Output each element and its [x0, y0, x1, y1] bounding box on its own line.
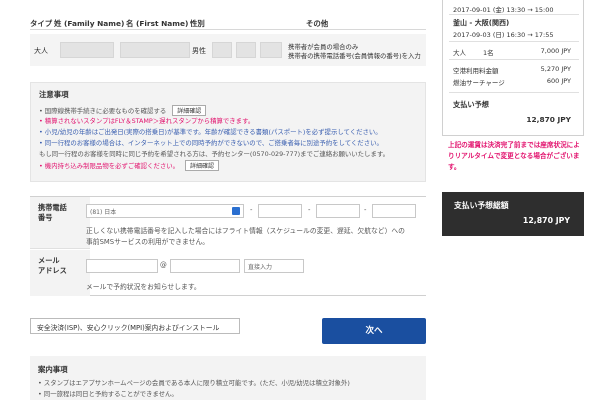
notice-line-3: • 小児/幼児の年齢はご出発日(実際の搭乗日)が基準です。年齢が確認できる書類(… [39, 128, 382, 136]
header-first-name: 名 (First Name) [126, 19, 189, 28]
fare-change-warning: 上記の運賃は決済完了前までは座席状況によりリアルタイムで変更となる場合がございま… [448, 141, 580, 171]
at-sign: @ [160, 261, 167, 269]
member-id-field-1[interactable] [212, 42, 232, 58]
total-box: 支払い予想総額 12,870 JPY [442, 192, 584, 236]
detail-button-2[interactable]: 詳細確認 [185, 160, 220, 171]
summary-divider [449, 14, 579, 15]
family-name-field[interactable] [60, 42, 114, 58]
notice-line-2: • 積算されないスタンプはFLY＆STAMP＞遅れスタンプから積算できます。 [39, 117, 255, 125]
notice-line-5: もし同一行程のお客様を同時に同じ予約を希望される方は、予約センター(0570-0… [39, 150, 389, 158]
phone-help-1: 正しくない携帯電話番号を記入した場合にはフライト情報（スケジュールの変更、遅延、… [86, 227, 405, 235]
passenger-table-header: タイプ 姓 (Family Name) 名 (First Name) 性別 その… [30, 14, 426, 30]
phone-help-2: 事前SMSサービスの利用ができません。 [86, 238, 210, 246]
contact-form: 携帯電話 番号 (81) 日本 - - - 正しくない携帯電話番号を記入した場合… [30, 196, 426, 296]
member-id-field-2[interactable] [236, 42, 256, 58]
detail-button-1[interactable]: 詳細確認 [172, 105, 207, 116]
mail-label: メール アドレス [30, 250, 90, 296]
fuel-label: 燃油サーチャージ [453, 79, 505, 87]
notice-line-6: • 機内持ち込み制限品物を必ずご確認ください。 詳細確認 [39, 160, 220, 171]
pax-fare: 7,000 JPY [540, 47, 571, 55]
airport-fee-label: 空港利用料金額 [453, 67, 499, 75]
notice-line-4: • 同一行程のお客様の場合は、インターネット上での同時予約ができないので、ご搭乗… [39, 139, 383, 147]
summary-divider [449, 92, 579, 93]
booking-form-area: タイプ 姓 (Family Name) 名 (First Name) 性別 その… [0, 0, 430, 400]
info-title: 案内事項 [38, 365, 68, 374]
total-amount: 12,870 JPY [522, 216, 570, 225]
phone-separator-3: - [364, 206, 367, 214]
mail-label-line1: メール [38, 256, 60, 265]
next-button[interactable]: 次へ [322, 318, 426, 344]
phone-separator-1: - [250, 206, 253, 214]
other-note-1: 携帯者が会員の場合のみ [288, 43, 359, 51]
total-label: 支払い予想総額 [454, 201, 509, 210]
mail-domain-select[interactable]: 直接入力 [244, 259, 304, 273]
summary-divider [449, 41, 579, 42]
pax-count: 1名 [483, 49, 494, 57]
member-id-field-3[interactable] [260, 42, 282, 58]
country-code-value: (81) 日本 [90, 208, 117, 216]
info-line-2: • 同一旅程は同日と予約することができません。 [38, 390, 178, 398]
phone-part-1[interactable] [258, 204, 302, 218]
pax-type: 大人 [453, 49, 466, 57]
mail-label-line2: アドレス [38, 266, 67, 275]
mail-help: メールで予約状況をお知らせします。 [86, 283, 201, 291]
insurance-install-button[interactable]: 安全決済(ISP)、安心クリック(MPI)案内およびインストール [30, 318, 240, 334]
phone-part-3[interactable] [372, 204, 416, 218]
notice-line-6-text: • 機内持ち込み制限品物を必ずご確認ください。 [39, 162, 180, 170]
passenger-row: 大人 男性 携帯者が会員の場合のみ 携帯者の携帯電話番号(会員情報の番号)を入力 [30, 34, 426, 66]
mail-local-input[interactable] [86, 259, 158, 273]
return-time: 2017-09-03 (日) 16:30 → 17:55 [453, 31, 554, 39]
phone-label-line1: 携帯電話 [38, 203, 67, 212]
notice-box: 注意事項 • 国際線携帯手続きに必要なものを確認する 詳細確認 • 積算されないス… [30, 82, 426, 182]
passenger-gender: 男性 [192, 47, 206, 55]
phone-separator-2: - [308, 206, 311, 214]
header-gender: 性別 [190, 19, 205, 28]
pay-label: 支払い予想 [453, 100, 489, 109]
fuel-charge: 600 JPY [546, 77, 571, 85]
pay-amount: 12,870 JPY [526, 115, 571, 124]
summary-divider [449, 59, 579, 60]
route: 釜山 - 大阪(関西) [453, 19, 510, 27]
phone-label: 携帯電話 番号 [30, 197, 90, 249]
outbound-time: 2017-09-01 (金) 13:30 → 15:00 [453, 6, 554, 14]
airport-fee: 5,270 JPY [540, 65, 571, 73]
info-line-1: • スタンプはエアプサンホームページの会員である本人に限り積立可能です。(ただ、… [38, 379, 350, 387]
other-note-2: 携帯者の携帯電話番号(会員情報の番号)を入力 [288, 52, 421, 60]
notice-line-1: • 国際線携帯手続きに必要なものを確認する 詳細確認 [39, 105, 207, 116]
header-type: タイプ [30, 19, 53, 28]
phone-part-2[interactable] [316, 204, 360, 218]
first-name-field[interactable] [120, 42, 190, 58]
info-box: 案内事項 • スタンプはエアプサンホームページの会員である本人に限り積立可能です… [30, 356, 426, 400]
passenger-type: 大人 [34, 47, 48, 55]
header-other: その他 [306, 19, 329, 28]
header-family-name: 姓 (Family Name) [54, 19, 125, 28]
phone-label-line2: 番号 [38, 213, 53, 222]
country-code-select[interactable]: (81) 日本 [86, 204, 244, 218]
notice-line-1-text: • 国際線携帯手続きに必要なものを確認する [39, 107, 167, 115]
notice-title: 注意事項 [39, 90, 69, 99]
fare-summary-box: 2017-09-01 (金) 13:30 → 15:00 釜山 - 大阪(関西)… [442, 0, 584, 136]
select-arrow-icon [232, 207, 240, 215]
mail-domain-input[interactable] [170, 259, 240, 273]
mail-domain-select-value: 直接入力 [248, 264, 273, 271]
